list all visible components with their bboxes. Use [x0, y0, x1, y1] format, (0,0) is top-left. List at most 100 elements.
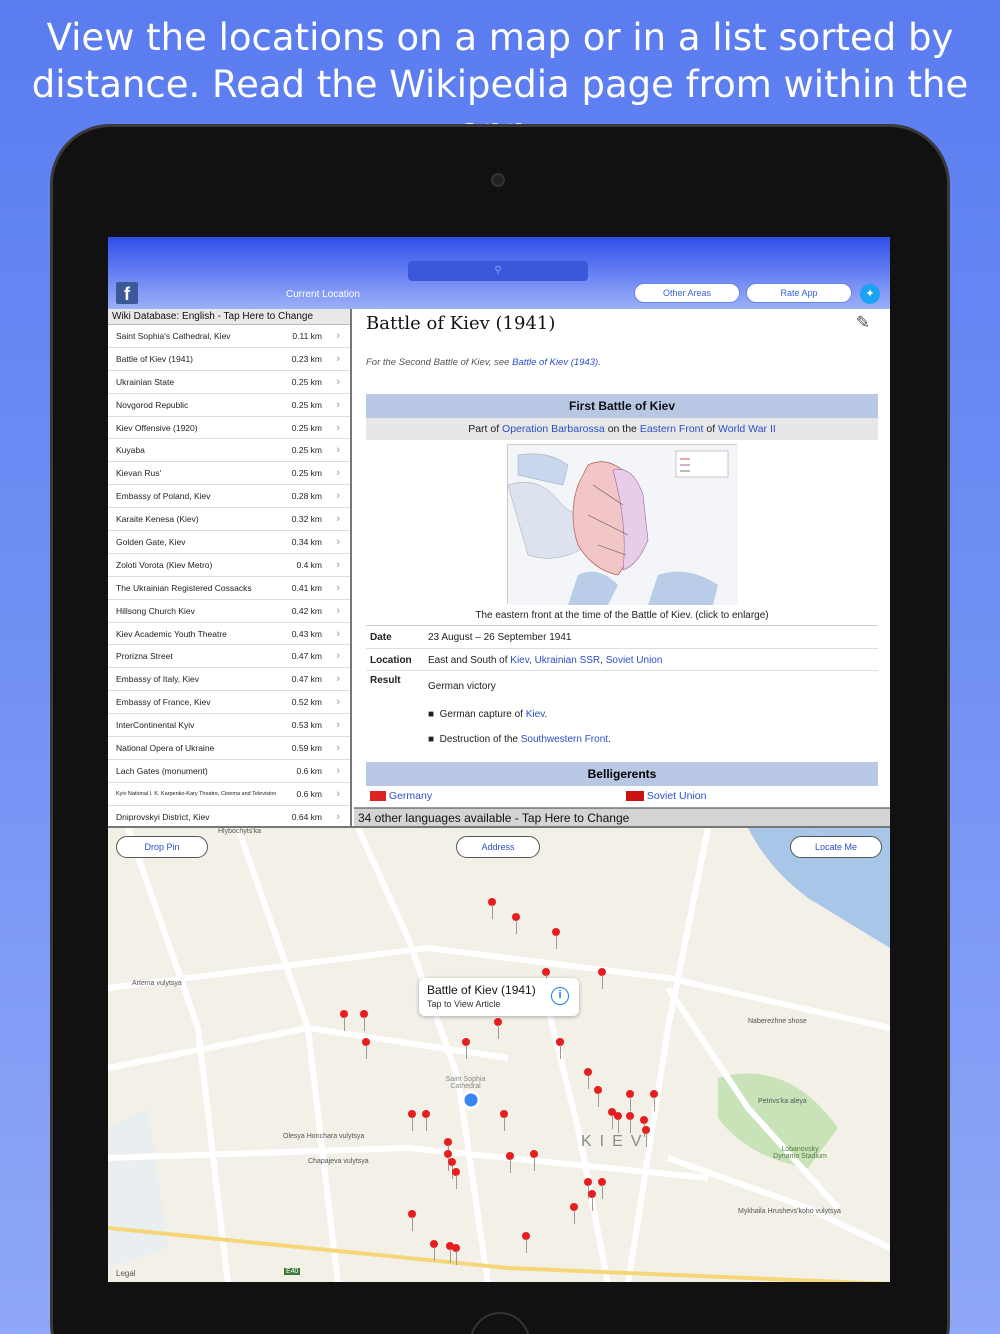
chevron-right-icon: ›: [336, 604, 340, 617]
list-item[interactable]: Kuyaba 0.25 km ›: [108, 439, 350, 463]
list-item[interactable]: InterContinental Kyiv 0.53 km ›: [108, 714, 350, 738]
list-item-name: Kievan Rus': [116, 468, 162, 479]
eastern-front-link[interactable]: Eastern Front: [640, 423, 704, 435]
list-item[interactable]: Saint Sophia's Cathedral, Kiev 0.11 km ›: [108, 325, 350, 348]
list-item[interactable]: Hillsong Church Kiev 0.42 km ›: [108, 600, 350, 623]
map-pin-icon[interactable]: [506, 1152, 514, 1174]
map-pin-icon[interactable]: [556, 1038, 564, 1060]
southwestern-front-link[interactable]: Southwestern Front: [521, 734, 608, 745]
map-pin-icon[interactable]: [614, 1112, 622, 1134]
map-pin-icon[interactable]: [626, 1112, 634, 1134]
kiev-link[interactable]: Kiev: [510, 655, 529, 666]
list-item[interactable]: Kiev Academic Youth Theatre 0.43 km ›: [108, 623, 350, 646]
languages-bar[interactable]: 34 other languages available - Tap Here …: [354, 808, 890, 826]
other-areas-button[interactable]: Other Areas: [634, 283, 740, 303]
map-pin-icon[interactable]: [340, 1010, 348, 1032]
map-pin-icon[interactable]: [522, 1232, 530, 1254]
world-war-ii-link[interactable]: World War II: [718, 423, 776, 435]
map-pin-icon[interactable]: [488, 898, 496, 920]
list-item[interactable]: National Opera of Ukraine 0.59 km ›: [108, 737, 350, 760]
list-item[interactable]: Karaite Kenesa (Kiev) 0.32 km ›: [108, 508, 350, 532]
chevron-right-icon: ›: [336, 490, 340, 503]
map-pin-icon[interactable]: [430, 1240, 438, 1262]
chevron-right-icon: ›: [336, 719, 340, 732]
wiki-database-selector[interactable]: Wiki Database: English - Tap Here to Cha…: [108, 309, 350, 325]
street-label: Hlybochyts'ka: [218, 828, 261, 835]
list-item[interactable]: Embassy of France, Kiev 0.52 km ›: [108, 691, 350, 715]
list-item-distance: 0.47 km: [291, 651, 322, 662]
map-pin-icon[interactable]: [408, 1110, 416, 1132]
map-pin-icon[interactable]: [422, 1110, 430, 1132]
map-pin-icon[interactable]: [598, 1178, 606, 1200]
pencil-icon[interactable]: ✎: [856, 313, 870, 333]
address-button[interactable]: Address: [456, 836, 540, 858]
map-view[interactable]: Drop Pin Address Locate Me Artema vulyts…: [108, 826, 890, 1282]
list-item[interactable]: Lach Gates (monument) 0.6 km ›: [108, 760, 350, 783]
list-item[interactable]: Dniprovskyi District, Kiev 0.64 km ›: [108, 806, 350, 826]
list-item-name: Karaite Kenesa (Kiev): [116, 514, 199, 525]
list-item[interactable]: Zoloti Vorota (Kiev Metro) 0.4 km ›: [108, 554, 350, 577]
map-pin-icon[interactable]: [512, 913, 520, 935]
map-pin-icon[interactable]: [462, 1038, 470, 1060]
callout-title: Battle of Kiev (1941): [427, 983, 536, 997]
drop-pin-button[interactable]: Drop Pin: [116, 836, 208, 858]
current-location-label[interactable]: Current Location: [286, 289, 360, 300]
list-item[interactable]: The Ukrainian Registered Cossacks 0.41 km…: [108, 577, 350, 600]
search-field[interactable]: ⚲: [408, 261, 588, 281]
map-pin-icon[interactable]: [552, 928, 560, 950]
list-item[interactable]: Embassy of Italy, Kiev 0.47 km ›: [108, 668, 350, 692]
map-pin-icon[interactable]: [584, 1068, 592, 1090]
map-pin-icon[interactable]: [494, 1018, 502, 1040]
facebook-icon[interactable]: f: [116, 282, 138, 304]
map-pin-icon[interactable]: [642, 1126, 650, 1148]
street-label: Olesya Honchara vulytsya: [283, 1133, 365, 1140]
eastern-front-map-image[interactable]: [507, 444, 738, 605]
twitter-icon[interactable]: ✦: [860, 284, 880, 304]
locate-me-button[interactable]: Locate Me: [790, 836, 882, 858]
list-item[interactable]: Embassy of Poland, Kiev 0.28 km ›: [108, 485, 350, 509]
map-pin-icon[interactable]: [408, 1210, 416, 1232]
map-pin-icon[interactable]: [452, 1244, 460, 1266]
map-pin-icon[interactable]: [500, 1110, 508, 1132]
list-item-name: Lach Gates (monument): [116, 765, 208, 776]
list-item[interactable]: Novgorod Republic 0.25 km ›: [108, 394, 350, 417]
chevron-right-icon: ›: [336, 787, 340, 800]
hatnote-link[interactable]: Battle of Kiev (1943): [512, 357, 598, 368]
map-pin-icon[interactable]: [594, 1086, 602, 1108]
list-item-distance: 0.64 km: [291, 811, 322, 822]
list-item[interactable]: Golden Gate, Kiev 0.34 km ›: [108, 531, 350, 554]
list-item-distance: 0.42 km: [291, 605, 322, 616]
list-item[interactable]: Kievan Rus' 0.25 km ›: [108, 462, 350, 486]
kiev-capture-link[interactable]: Kiev: [526, 709, 545, 720]
list-item-name: Kuyaba: [116, 445, 145, 456]
stadium-label: Lobanovsky Dynamo Stadium: [773, 1146, 827, 1160]
map-callout[interactable]: Battle of Kiev (1941) Tap to View Articl…: [419, 978, 579, 1016]
map-pin-icon[interactable]: [650, 1090, 658, 1112]
list-item[interactable]: Ukrainian State 0.25 km ›: [108, 371, 350, 394]
rate-app-button[interactable]: Rate App: [746, 283, 852, 303]
list-item-name: Zoloti Vorota (Kiev Metro): [116, 559, 213, 570]
map-pin-icon[interactable]: [452, 1168, 460, 1190]
operation-barbarossa-link[interactable]: Operation Barbarossa: [502, 423, 605, 435]
street-label: Mykhaila Hrushevs'koho vulytsya: [738, 1208, 841, 1215]
legal-link[interactable]: Legal: [116, 1269, 136, 1278]
list-item-distance: 0.25 km: [291, 445, 322, 456]
map-pin-icon[interactable]: [530, 1150, 538, 1172]
map-pin-icon[interactable]: [598, 968, 606, 990]
soviet-union-link[interactable]: Soviet Union: [606, 655, 663, 666]
map-pin-icon[interactable]: [362, 1038, 370, 1060]
ukrainian-ssr-link[interactable]: Ukrainian SSR: [535, 655, 601, 666]
chevron-right-icon: ›: [336, 444, 340, 457]
search-icon: ⚲: [494, 265, 502, 276]
map-pin-icon[interactable]: [626, 1090, 634, 1112]
list-item[interactable]: Kyiv National I. K. Karpenko-Kary Theatr…: [108, 783, 350, 806]
map-pin-icon[interactable]: [588, 1190, 596, 1212]
map-pin-icon[interactable]: [570, 1203, 578, 1225]
info-icon[interactable]: i: [551, 987, 569, 1005]
list-item[interactable]: Battle of Kiev (1941) 0.23 km ›: [108, 348, 350, 371]
list-item-distance: 0.32 km: [291, 514, 322, 525]
list-item[interactable]: Prorizna Street 0.47 km ›: [108, 645, 350, 669]
map-pin-icon[interactable]: [360, 1010, 368, 1032]
list-item[interactable]: Kiev Offensive (1920) 0.25 km ›: [108, 417, 350, 440]
infobox-date-row: Date 23 August – 26 September 1941: [370, 632, 572, 643]
